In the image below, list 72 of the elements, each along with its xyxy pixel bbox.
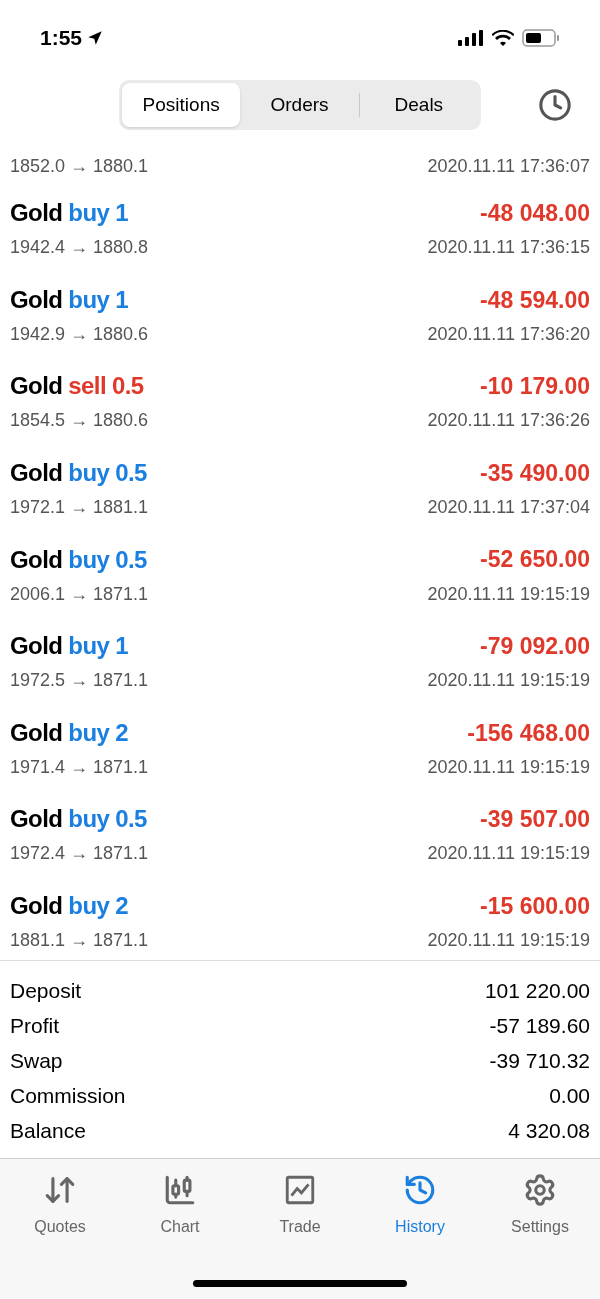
battery-icon [522,29,560,47]
profit-value: -35 490.00 [480,458,590,488]
summary-value: -39 710.32 [489,1048,590,1075]
tab-bar-item[interactable]: History [360,1173,480,1240]
summary-label: Deposit [10,978,82,1005]
profit-value: -15 600.00 [480,891,590,921]
trade-time: 2020.11.11 19:15:19 [427,669,590,693]
segment-tab[interactable]: Positions [122,83,241,127]
location-arrow-icon [86,29,105,47]
clock-icon[interactable] [538,88,572,122]
profit-value: -79 092.00 [480,632,590,661]
trade-time: 2020.11.11 17:36:07 [427,155,590,178]
status-time: 1:55 [40,25,83,52]
summary-value: 4 320.08 [508,1118,590,1145]
trade-time: 2020.11.11 19:15:19 [427,842,590,866]
profit-value: -48 048.00 [480,199,590,229]
settings-icon [523,1173,557,1208]
price-range: 1972.4 → 1871.1 [10,842,149,866]
position-title: Gold buy 1 [10,198,129,229]
trade-time: 2020.11.11 17:37:04 [427,496,590,520]
price-range: 1972.1 → 1881.1 [10,496,149,520]
position-title: Gold buy 1 [10,631,129,662]
position-title: Gold buy 2 [10,717,129,748]
price-range: 1854.5 → 1880.6 [10,409,149,433]
position-title: Gold buy 0.5 [10,458,147,489]
position-title: Gold buy 2 [10,891,129,922]
trade-time: 2020.11.11 17:36:15 [427,236,590,260]
summary-label: Balance [10,1118,86,1145]
summary-value: 0.00 [549,1083,590,1110]
profit-value: -52 650.00 [480,545,590,575]
position-row[interactable]: Gold sell 0.5 -10 179.00 1854.5 → 1880.6 2020.11.11 17:36:26 [0,358,600,445]
price-range: 1881.1 → 1871.1 [10,929,149,953]
profit-value: -39 507.00 [480,805,590,835]
tab-bar-item[interactable]: Quotes [0,1173,120,1240]
summary-label: Profit [10,1013,59,1040]
price-range: 1971.4 → 1871.1 [10,755,149,779]
position-title: Gold buy 1 [10,284,129,315]
price-range: 1942.9 → 1880.6 [10,322,149,346]
position-title: Gold sell 0.5 [10,371,144,402]
position-row[interactable]: Gold buy 0.5 -39 507.00 1972.4 → 1871.1 2020.11.11 19:15:19 [0,791,600,878]
segment-tab[interactable]: Orders [240,83,359,127]
position-row[interactable]: Gold buy 1 -48 048.00 1942.4 → 1880.8 2020.11.11 17:36:15 [0,185,600,272]
position-row[interactable]: Gold buy 2 -15 600.00 1881.1 → 1871.1 2020.11.11 19:15:19 [0,877,600,965]
summary-value: -57 189.60 [489,1013,590,1040]
price-range: 1972.5 → 1871.1 [10,669,149,693]
position-row[interactable]: Gold buy 1 -79 092.00 1972.5 → 1871.1 2020.11.11 19:15:19 [0,617,600,705]
position-row[interactable]: Gold buy 2 -156 468.00 1971.4 → 1871.1 2020.11.11 19:15:19 [0,704,600,792]
trade-time: 2020.11.11 19:15:19 [427,582,590,606]
tab-bar-item[interactable]: Chart [120,1173,240,1240]
trade-time: 2020.11.11 17:36:20 [427,322,590,346]
tab-bar-item[interactable]: Trade [240,1173,360,1240]
segment-tab[interactable]: Deals [359,83,478,127]
signal-icon [458,30,484,46]
trade-time: 2020.11.11 17:36:26 [427,409,590,433]
position-row[interactable]: Gold buy 0.5 -52 650.00 2006.1 → 1871.1 2020.11.11 19:15:19 [0,531,600,618]
position-title: Gold buy 0.5 [10,544,147,575]
price-range: 1852.0 → 1880.1 [10,155,149,178]
summary-label: Commission [10,1083,126,1110]
summary-value: 101 220.00 [484,978,590,1005]
position-row[interactable]: Gold buy 0.5 -35 490.00 1972.1 → 1881.1 2020.11.11 17:37:04 [0,444,600,532]
position-title: Gold buy 0.5 [10,804,147,835]
price-range: 1942.4 → 1880.8 [10,236,149,260]
tab-bar-item[interactable]: Settings [480,1173,600,1240]
wifi-icon [492,30,514,46]
summary-label: Swap [10,1048,63,1075]
price-range: 2006.1 → 1871.1 [10,582,149,606]
profit-value: -10 179.00 [480,372,590,402]
trade-time: 2020.11.11 19:15:19 [427,929,590,953]
profit-value: -156 468.00 [467,718,590,748]
profit-value: -48 594.00 [480,285,590,315]
position-row[interactable]: Gold buy 1 -48 594.00 1942.9 → 1880.6 2020.11.11 17:36:20 [0,271,600,359]
trade-time: 2020.11.11 19:15:19 [427,755,590,779]
